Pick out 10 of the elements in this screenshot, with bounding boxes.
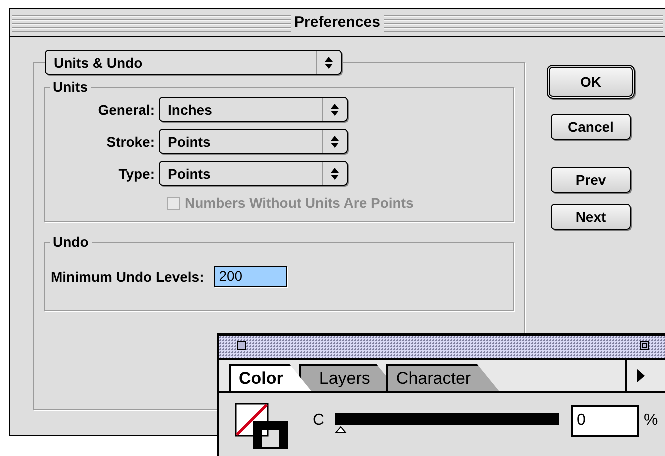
checkbox-label: Numbers Without Units Are Points — [185, 195, 414, 211]
field-label: Minimum Undo Levels: — [51, 268, 204, 284]
field-label: Type: — [118, 166, 155, 182]
window-title: Preferences — [290, 12, 384, 32]
group-title: Units — [52, 79, 89, 95]
slider-label: C — [313, 412, 326, 430]
field-label: General: — [97, 102, 155, 118]
group-title: Undo — [52, 234, 90, 250]
unit-label: % — [644, 412, 658, 430]
field-label: Stroke: — [106, 134, 155, 150]
